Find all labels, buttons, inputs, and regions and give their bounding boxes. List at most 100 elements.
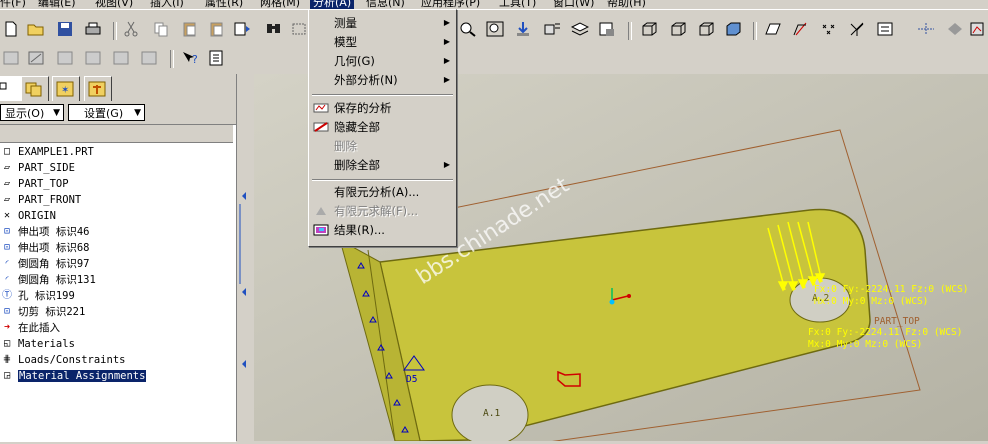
- menu-window[interactable]: 窗口(W): [553, 0, 594, 9]
- datum-planes-toggle-icon[interactable]: [764, 21, 782, 37]
- tab-connections[interactable]: [84, 76, 112, 101]
- datum-plane-icon: ▱: [3, 194, 11, 205]
- menu-item-measure[interactable]: 测量 ▶: [309, 14, 456, 32]
- menu-help[interactable]: 帮助(H): [607, 0, 646, 9]
- mesh-control-icon[interactable]: [112, 50, 130, 66]
- constraint-icon[interactable]: [27, 50, 45, 66]
- coordinate-systems-toggle-icon[interactable]: [848, 21, 866, 37]
- menu-applications[interactable]: 应用程序(P): [421, 0, 480, 9]
- tree-item[interactable]: Ⓣ 孔 标识199: [0, 288, 75, 304]
- menu-properties[interactable]: 属性(R): [205, 0, 243, 9]
- menu-edit[interactable]: 编辑(E): [38, 0, 76, 9]
- extrude-icon: ⊡: [3, 242, 11, 253]
- tree-item[interactable]: ⋕ Loads/Constraints: [0, 352, 126, 368]
- toolbar-row-1: [0, 10, 988, 42]
- menu-item-external-analysis[interactable]: 外部分析(N) ▶: [309, 71, 456, 89]
- regenerate-icon[interactable]: [234, 21, 252, 37]
- copy-icon[interactable]: [152, 21, 170, 37]
- load-label: Mx:0 My:0 Mz:0 (WCS): [808, 339, 923, 350]
- tree-item[interactable]: ▱ PART_SIDE: [0, 160, 75, 176]
- menu-info[interactable]: 信息(N): [366, 0, 405, 9]
- zoom-fit-icon[interactable]: [486, 21, 504, 37]
- redraw-icon[interactable]: [945, 21, 963, 37]
- view-manager-icon[interactable]: [543, 21, 561, 37]
- paste-icon[interactable]: [181, 21, 199, 37]
- datum-plane-label: PART_TOP: [874, 316, 920, 327]
- paste-special-icon[interactable]: [208, 21, 226, 37]
- tree-item[interactable]: ⊡ 伸出项 标识46: [0, 224, 89, 240]
- hide-all-icon: [313, 122, 329, 132]
- menu-analysis[interactable]: 分析(A): [310, 0, 355, 9]
- tree-item[interactable]: ▱ PART_TOP: [0, 176, 69, 192]
- datum-points-toggle-icon[interactable]: [820, 21, 838, 37]
- menu-item-geometry[interactable]: 几何(G) ▶: [309, 52, 456, 70]
- mapkey-icon[interactable]: [2, 50, 20, 66]
- save-icon[interactable]: [56, 21, 74, 37]
- context-help-icon[interactable]: ?: [181, 50, 199, 66]
- hidden-line-icon[interactable]: [669, 21, 687, 37]
- print-icon[interactable]: [84, 21, 102, 37]
- new-file-icon[interactable]: [2, 21, 20, 37]
- orient-icon[interactable]: [514, 21, 532, 37]
- shading-icon[interactable]: [724, 21, 742, 37]
- tree-item[interactable]: ▱ PART_FRONT: [0, 192, 81, 208]
- no-hidden-icon[interactable]: [697, 21, 715, 37]
- menu-mesh[interactable]: 网格(M): [260, 0, 300, 9]
- tab-model-tree[interactable]: [0, 76, 22, 101]
- show-dropdown-label: 显示(O): [5, 107, 45, 120]
- materials-icon: ◱: [3, 338, 11, 349]
- cut-icon[interactable]: [122, 21, 140, 37]
- tree-item[interactable]: ◜ 倒圆角 标识131: [0, 272, 96, 288]
- panel-splitter[interactable]: [236, 74, 255, 441]
- tab-favorites[interactable]: ✶: [52, 76, 80, 101]
- chevron-down-icon: ▼: [134, 108, 141, 118]
- annotations-toggle-icon[interactable]: [876, 21, 894, 37]
- tree-item[interactable]: ◜ 倒圆角 标识97: [0, 256, 89, 272]
- analysis-display-icon[interactable]: [969, 21, 987, 37]
- layers-icon[interactable]: [571, 21, 589, 37]
- results-icon: [313, 224, 329, 236]
- menu-item-hide-all[interactable]: 隐藏全部: [309, 118, 456, 136]
- tree-item[interactable]: ⊡ 切剪 标识221: [0, 304, 85, 320]
- menu-item-model[interactable]: 模型 ▶: [309, 33, 456, 51]
- menu-file[interactable]: 件(F): [0, 0, 26, 9]
- svg-text:✶: ✶: [61, 85, 69, 96]
- hole-icon: Ⓣ: [2, 290, 12, 301]
- menu-insert[interactable]: 插入(I): [150, 0, 184, 9]
- tree-item[interactable]: ➜ 在此插入: [0, 320, 60, 336]
- coordinate-system-icon: ✕: [3, 210, 11, 221]
- datum-axes-toggle-icon[interactable]: [792, 21, 810, 37]
- tree-item[interactable]: ◱ Materials: [0, 336, 75, 352]
- menu-tools[interactable]: 工具(T): [499, 0, 536, 9]
- open-folder-icon[interactable]: [27, 21, 45, 37]
- favorites-icon: ✶: [56, 81, 74, 97]
- tree-item[interactable]: ✕ ORIGIN: [0, 208, 56, 224]
- menu-item-results[interactable]: 结果(R)...: [309, 221, 456, 239]
- tab-folder-browser[interactable]: [21, 76, 49, 101]
- load-label: Mx:0 My:0 Mz:0 (WCS): [814, 296, 929, 307]
- wireframe-icon[interactable]: [640, 21, 658, 37]
- show-dropdown[interactable]: 显示(O) ▼: [0, 104, 64, 121]
- tree-item[interactable]: □ EXAMPLE1.PRT: [0, 144, 94, 160]
- spin-center-icon[interactable]: [917, 21, 935, 37]
- model-tree-settings-icon[interactable]: [598, 21, 616, 37]
- find-icon[interactable]: [265, 21, 283, 37]
- settings-dropdown[interactable]: 设置(G) ▼: [68, 104, 145, 121]
- mesh-review-icon[interactable]: [140, 50, 158, 66]
- mesh-icon[interactable]: [84, 50, 102, 66]
- menu-view[interactable]: 视图(V): [95, 0, 133, 9]
- tree-item[interactable]: ⊡ 伸出项 标识68: [0, 240, 89, 256]
- tree-item[interactable]: ◲ Material Assignments: [0, 368, 147, 384]
- load-icon[interactable]: [56, 50, 74, 66]
- select-box-icon[interactable]: [290, 21, 308, 37]
- zoom-in-icon[interactable]: [459, 21, 477, 37]
- model-info-icon[interactable]: [208, 50, 226, 66]
- tree-item-label: Loads/Constraints: [18, 354, 126, 366]
- tree-item-label: 伸出项 标识46: [18, 226, 90, 238]
- menu-item-delete-all[interactable]: 删除全部 ▶: [309, 156, 456, 174]
- model-tree-icon: [0, 82, 7, 90]
- menu-item-fea[interactable]: 有限元分析(A)...: [309, 183, 456, 201]
- settings-dropdown-label: 设置(G): [84, 107, 124, 120]
- tree-item-label: 孔 标识199: [18, 290, 75, 302]
- menu-item-saved-analysis[interactable]: 保存的分析: [309, 99, 456, 117]
